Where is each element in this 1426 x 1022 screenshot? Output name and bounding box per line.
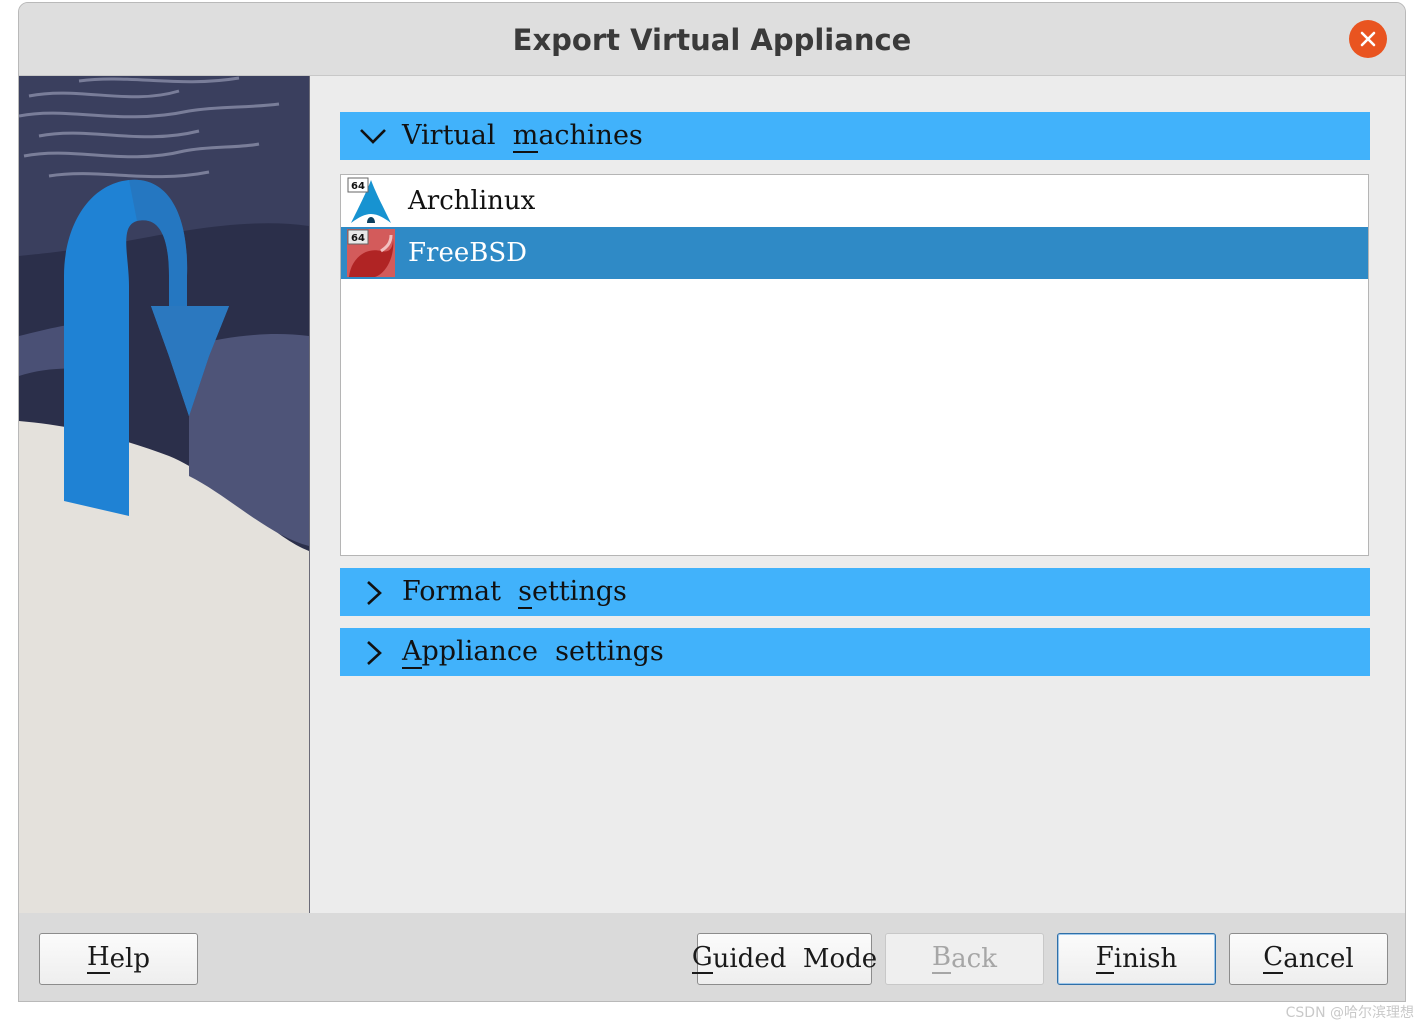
freebsd-badge: 64 <box>351 233 365 244</box>
chevron-right-icon <box>367 641 382 665</box>
close-icon <box>1360 31 1376 47</box>
export-appliance-dialog: Export Virtual Appliance Virtual machine… <box>18 2 1406 1002</box>
back-button[interactable]: Back <box>885 933 1044 985</box>
vm-name: Archlinux <box>408 186 536 216</box>
help-button[interactable]: Help <box>39 933 198 985</box>
list-item[interactable]: 64 FreeBSD <box>341 227 1368 279</box>
watermark: CSDN @哈尔滨理想 <box>1285 1005 1414 1021</box>
close-button[interactable] <box>1349 20 1387 58</box>
section-label: Virtual machines <box>402 120 643 153</box>
section-label: Format settings <box>402 576 627 609</box>
freebsd-icon: 64 <box>347 229 395 277</box>
window-title: Export Virtual Appliance <box>512 23 912 57</box>
arch-badge: 64 <box>351 181 365 192</box>
wizard-side-illustration <box>19 76 310 913</box>
section-format-settings[interactable]: Format settings <box>340 568 1370 616</box>
title-bar: Export Virtual Appliance <box>19 3 1405 76</box>
wizard-content: Virtual machines 64 Archlinux 64 FreeBSD… <box>310 76 1405 913</box>
section-virtual-machines[interactable]: Virtual machines <box>340 112 1370 160</box>
archlinux-icon: 64 <box>347 177 395 225</box>
section-appliance-settings[interactable]: Appliance settings <box>340 628 1370 676</box>
cancel-button[interactable]: Cancel <box>1229 933 1388 985</box>
vm-name: FreeBSD <box>408 238 528 268</box>
section-label: Appliance settings <box>402 636 664 669</box>
guided-mode-button[interactable]: Guided Mode <box>691 933 877 985</box>
chevron-down-icon <box>360 129 386 144</box>
button-bar: Help Guided Mode Back Finish Cancel <box>19 913 1405 1001</box>
vm-list[interactable]: 64 Archlinux 64 FreeBSD <box>340 174 1369 556</box>
chevron-right-icon <box>367 581 382 605</box>
finish-button[interactable]: Finish <box>1057 933 1216 985</box>
list-item[interactable]: 64 Archlinux <box>341 175 1368 227</box>
